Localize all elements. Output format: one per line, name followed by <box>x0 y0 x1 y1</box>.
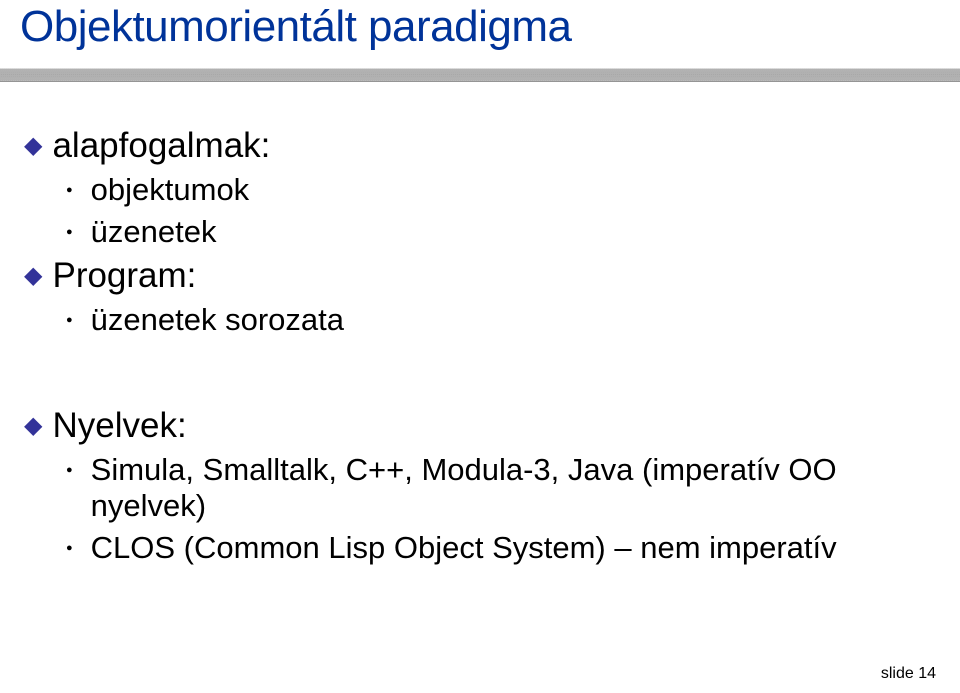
section-heading: Program: <box>52 256 196 296</box>
list-item-text: Simula, Smalltalk, C++, Modula-3, Java (… <box>91 452 936 524</box>
section-heading: Nyelvek: <box>52 406 186 446</box>
slide-number: slide 14 <box>881 665 936 683</box>
list-item-text: üzenetek sorozata <box>91 302 344 338</box>
page-title: Objektumorientált paradigma <box>20 2 571 52</box>
section-nyelvek: ◆ Nyelvek: <box>24 406 936 446</box>
section-program: ◆ Program: <box>24 256 936 296</box>
dot-bullet-icon: ● <box>66 542 73 554</box>
list-item-text: objektumok <box>91 172 250 208</box>
list-item: ● objektumok <box>66 172 936 208</box>
list-item: ● CLOS (Common Lisp Object System) – nem… <box>66 530 936 566</box>
slide: Objektumorientált paradigma ◆ alapfogalm… <box>0 0 960 693</box>
spacer <box>24 344 936 400</box>
diamond-bullet-icon: ◆ <box>24 411 42 440</box>
dot-bullet-icon: ● <box>66 464 73 476</box>
section-heading: alapfogalmak: <box>52 126 270 166</box>
title-divider <box>0 68 960 82</box>
list-item: ● üzenetek <box>66 214 936 250</box>
list-item: ● üzenetek sorozata <box>66 302 936 338</box>
list-item-text: üzenetek <box>91 214 217 250</box>
dot-bullet-icon: ● <box>66 184 73 196</box>
dot-bullet-icon: ● <box>66 314 73 326</box>
diamond-bullet-icon: ◆ <box>24 261 42 290</box>
section-alapfogalmak: ◆ alapfogalmak: <box>24 126 936 166</box>
dot-bullet-icon: ● <box>66 226 73 238</box>
list-item: ● Simula, Smalltalk, C++, Modula-3, Java… <box>66 452 936 524</box>
diamond-bullet-icon: ◆ <box>24 131 42 160</box>
content-area: ◆ alapfogalmak: ● objektumok ● üzenetek … <box>24 120 936 572</box>
list-item-text: CLOS (Common Lisp Object System) – nem i… <box>91 530 837 566</box>
